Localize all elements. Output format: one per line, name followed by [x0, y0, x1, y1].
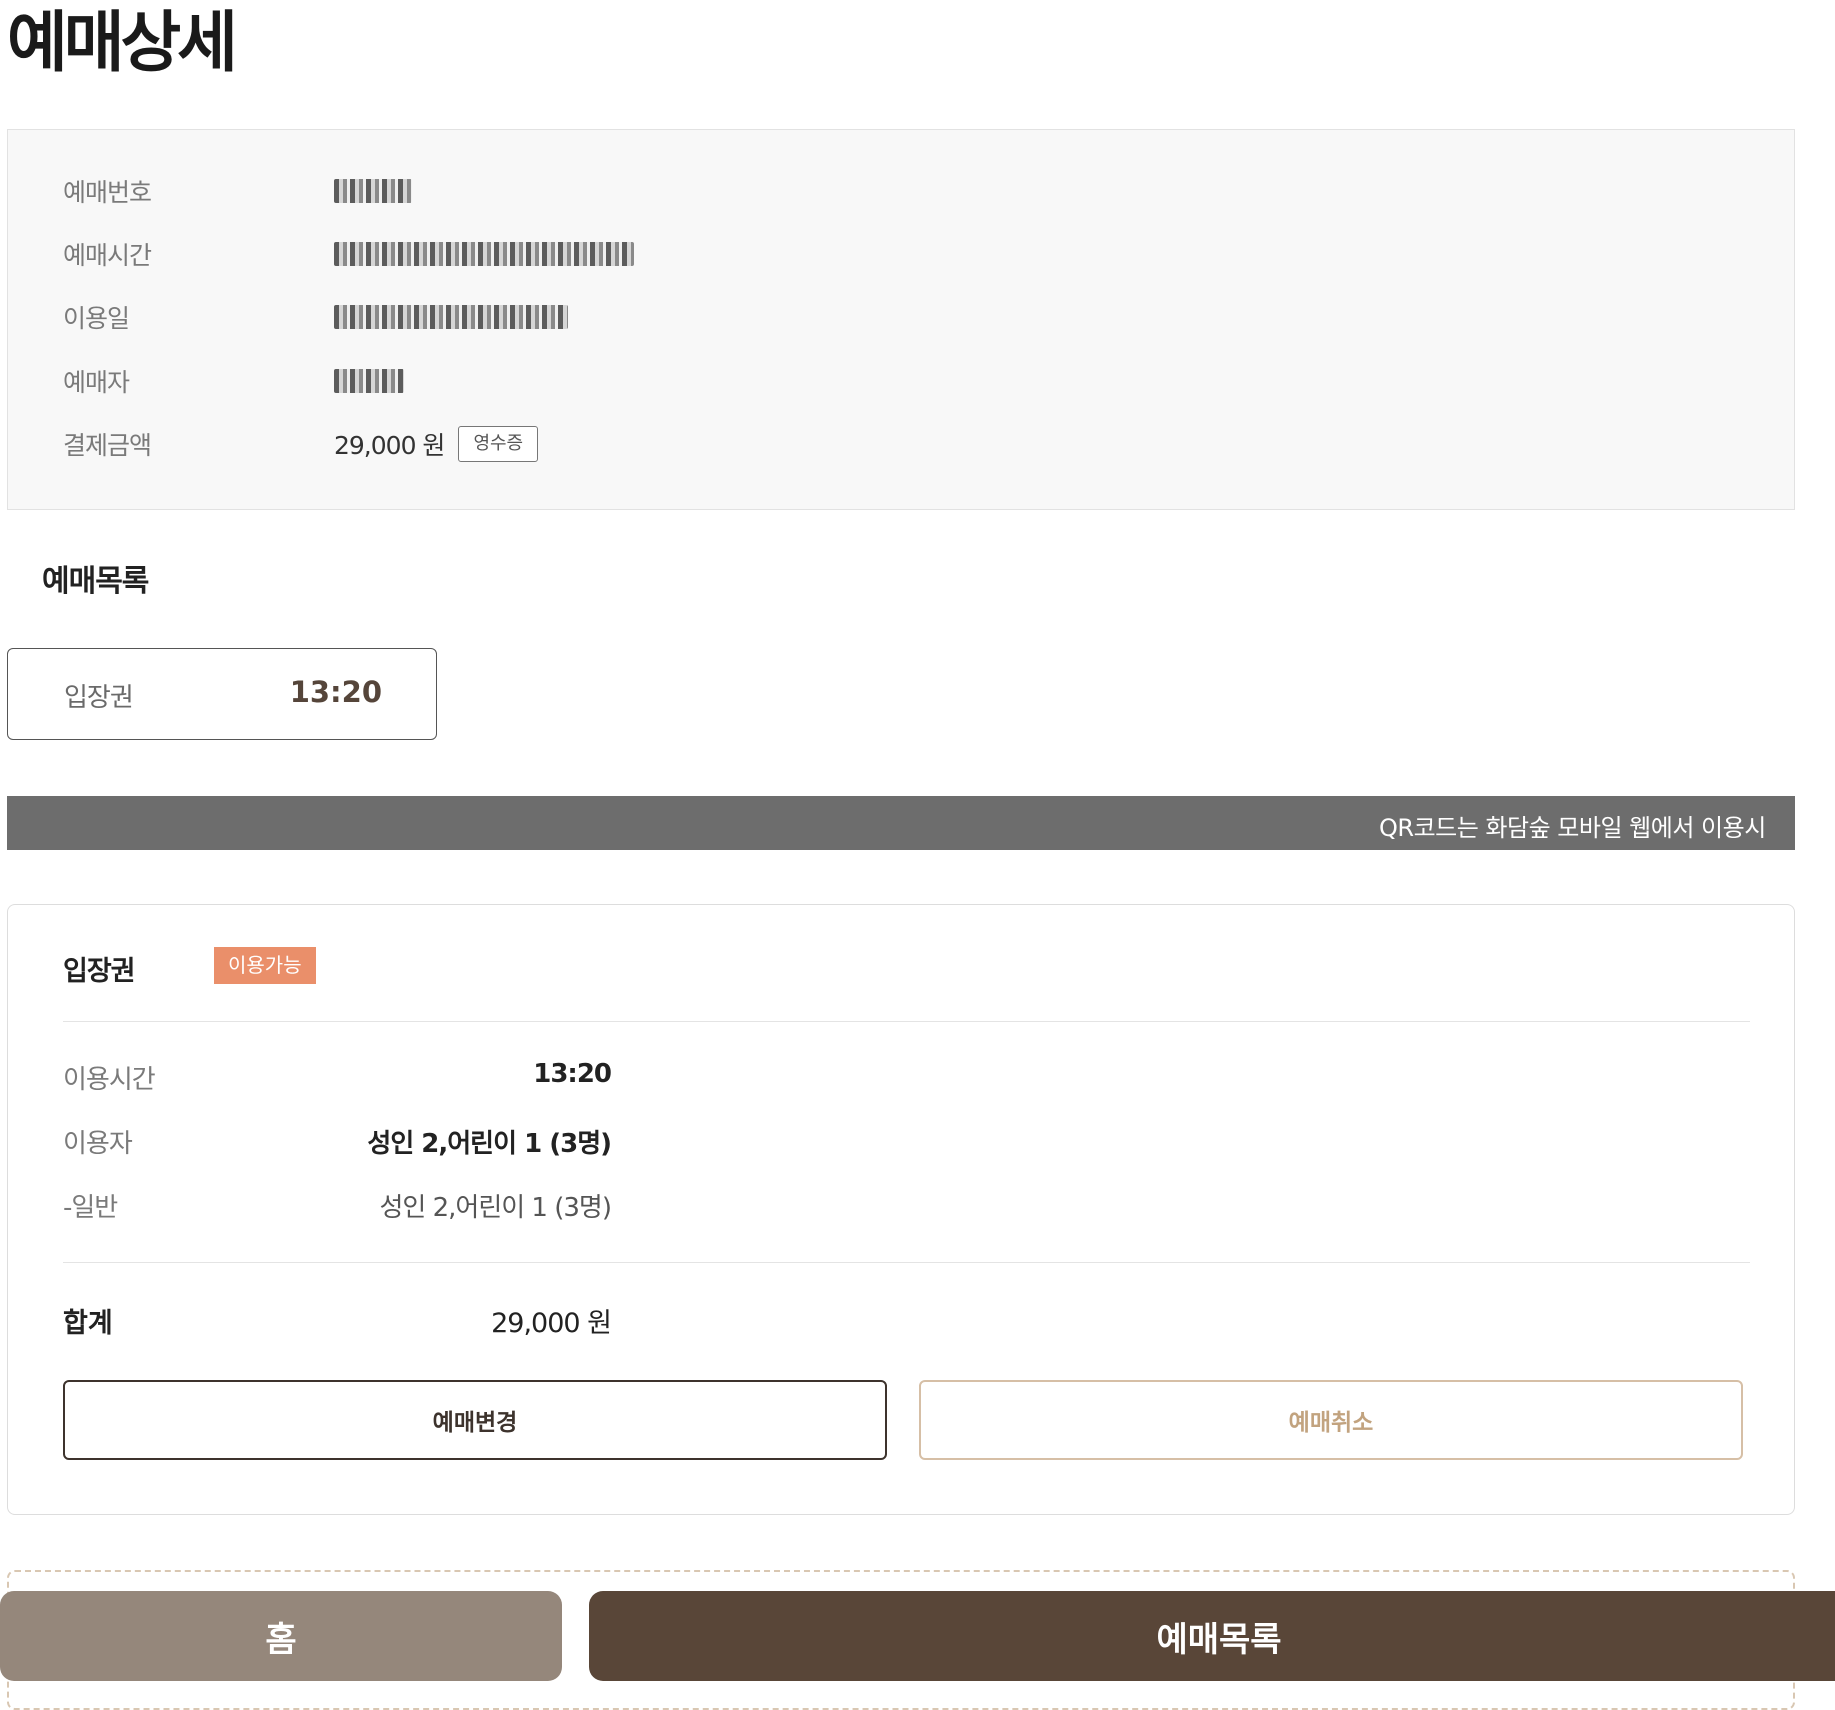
qr-notice-bar: QR코드는 화담숲 모바일 웹에서 이용시 — [7, 796, 1795, 850]
redacted-value — [334, 242, 634, 266]
info-label: 예매시간 — [63, 241, 152, 270]
divider — [63, 1021, 1750, 1022]
ticket-chip-label: 입장권 — [64, 683, 134, 713]
detail-row-use-time: 이용시간 13:20 — [63, 1053, 612, 1095]
info-row-booker: 예매자 — [63, 361, 404, 401]
info-row-use-date: 이용일 — [63, 297, 568, 337]
detail-row-users: 이용자 성인 2,어린이 1 (3명) — [63, 1117, 612, 1159]
status-badge: 이용가능 — [214, 947, 316, 984]
info-label: 결제금액 — [63, 431, 152, 460]
detail-title: 입장권 — [63, 956, 136, 987]
total-label: 합계 — [63, 1308, 113, 1339]
qr-notice-text: QR코드는 화담숲 모바일 웹에서 이용시 — [1379, 814, 1766, 842]
redacted-value — [334, 179, 412, 203]
total-value: 29,000 원 — [491, 1308, 612, 1339]
detail-value: 성인 2,어린이 1 (3명) — [367, 1129, 612, 1159]
redacted-value — [334, 305, 568, 329]
ticket-chip[interactable]: 입장권 13:20 — [7, 648, 437, 740]
ticket-detail-card: 입장권 이용가능 이용시간 13:20 이용자 성인 2,어린이 1 (3명) … — [7, 904, 1795, 1515]
detail-row-total: 합계 29,000 원 — [63, 1297, 612, 1339]
booking-list-button[interactable]: 예매목록 — [589, 1591, 1835, 1681]
divider — [63, 1262, 1750, 1263]
cancel-booking-button[interactable]: 예매취소 — [919, 1380, 1743, 1460]
detail-label: 이용시간 — [63, 1065, 156, 1095]
detail-label: 이용자 — [63, 1129, 133, 1159]
info-row-booking-number: 예매번호 — [63, 171, 412, 211]
booking-info-box: 예매번호 예매시간 이용일 예매자 결제금액 29,000 원 영수증 — [7, 129, 1795, 510]
booking-list-title: 예매목록 — [42, 564, 149, 599]
home-button[interactable]: 홈 — [0, 1591, 562, 1681]
detail-value: 성인 2,어린이 1 (3명) — [379, 1193, 612, 1223]
info-row-booking-time: 예매시간 — [63, 234, 634, 274]
change-booking-button[interactable]: 예매변경 — [63, 1380, 887, 1460]
detail-value: 13:20 — [533, 1059, 612, 1089]
info-label: 예매자 — [63, 368, 130, 397]
payment-amount: 29,000 원 — [334, 431, 445, 460]
page-title: 예매상세 — [7, 4, 238, 81]
info-label: 이용일 — [63, 304, 130, 333]
info-label: 예매번호 — [63, 178, 152, 207]
receipt-button[interactable]: 영수증 — [458, 426, 539, 462]
info-row-payment-amount: 결제금액 29,000 원 영수증 — [63, 424, 539, 464]
ticket-chip-time: 13:20 — [289, 675, 382, 709]
redacted-value — [334, 369, 404, 393]
detail-label: -일반 — [63, 1193, 118, 1223]
detail-row-general: -일반 성인 2,어린이 1 (3명) — [63, 1181, 612, 1223]
